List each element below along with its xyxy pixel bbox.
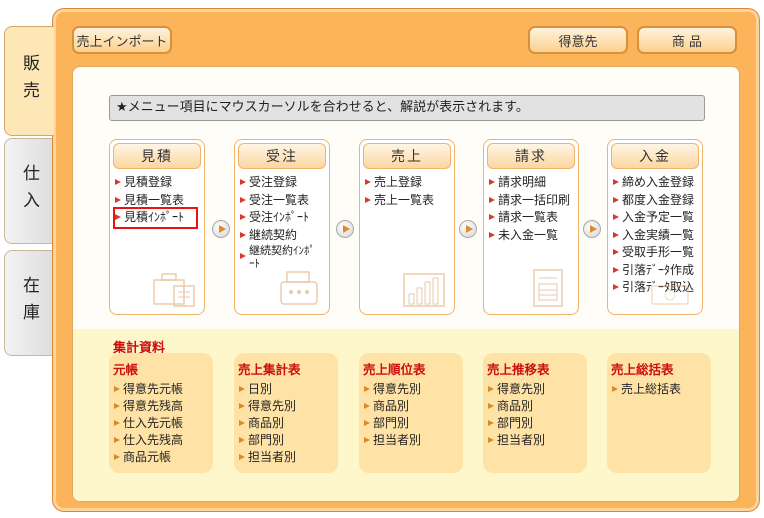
sales-import-button[interactable]: 売上インポート [72, 26, 172, 54]
sales-menu-window: 仕入 在庫 販売 売上インポート 得意先 商 品 ★メニュー項目にマウスカーソル… [0, 0, 764, 518]
side-tab-sales[interactable]: 販売 [4, 26, 54, 136]
module-title[interactable]: 売上 [363, 143, 451, 169]
menu-item[interactable]: 請求明細 [489, 174, 578, 192]
flow-arrow-icon [212, 220, 230, 238]
summary-item[interactable]: 得意先残高 [113, 398, 213, 415]
module-title[interactable]: 入金 [611, 143, 699, 169]
product-button[interactable]: 商 品 [637, 26, 737, 54]
module-billing: 請求 請求明細 請求一括印刷 請求一覧表 未入金一覧 [483, 139, 579, 315]
flow-arrow-icon [336, 220, 354, 238]
menu-item[interactable]: 請求一括印刷 [489, 192, 578, 210]
summary-item[interactable]: 部門別 [487, 415, 587, 432]
side-tab-inventory[interactable]: 在庫 [4, 250, 54, 356]
summary-item[interactable]: 商品別 [363, 398, 463, 415]
invoice-illustration-icon [533, 269, 563, 307]
menu-item[interactable]: 売上一覧表 [365, 192, 454, 210]
summary-menu: 日別 得意先別 商品別 部門別 担当者別 [238, 381, 338, 466]
module-menu: 売上登録 売上一覧表 [360, 169, 454, 209]
summary-item[interactable]: 仕入先残高 [113, 432, 213, 449]
summary-group-title[interactable]: 元帳 [113, 359, 213, 378]
summary-item[interactable]: 日別 [238, 381, 338, 398]
menu-item[interactable]: 見積一覧表 [115, 192, 204, 210]
summary-group-sales-overview: 売上総括表 売上総括表 [607, 353, 711, 473]
menu-item[interactable]: 締め入金登録 [613, 174, 702, 192]
summary-menu: 得意先元帳 得意先残高 仕入先元帳 仕入先残高 商品元帳 [113, 381, 213, 466]
summary-group-ledger: 元帳 得意先元帳 得意先残高 仕入先元帳 仕入先残高 商品元帳 [109, 353, 213, 473]
flow-arrow-icon [583, 220, 601, 238]
summary-group-sales-trend: 売上推移表 得意先別 商品別 部門別 担当者別 [483, 353, 587, 473]
menu-item[interactable]: 受注一覧表 [240, 192, 329, 210]
module-sales: 売上 売上登録 売上一覧表 [359, 139, 455, 315]
menu-item[interactable]: 継続契約 [240, 227, 329, 245]
button-label: 商 品 [671, 34, 703, 50]
module-menu: 受注登録 受注一覧表 受注ｲﾝﾎﾟｰﾄ 継続契約 継続契約ｲﾝﾎﾟｰﾄ [235, 169, 329, 270]
content-panel: ★メニュー項目にマウスカーソルを合わせると、解説が表示されます。 見積 見積登録… [72, 66, 740, 502]
menu-item[interactable]: 売上登録 [365, 174, 454, 192]
module-title[interactable]: 請求 [487, 143, 575, 169]
summary-menu: 得意先別 商品別 部門別 担当者別 [363, 381, 463, 449]
summary-item[interactable]: 売上総括表 [611, 381, 711, 398]
summary-item[interactable]: 得意先別 [238, 398, 338, 415]
menu-item[interactable]: 受注ｲﾝﾎﾟｰﾄ [240, 209, 329, 227]
module-title[interactable]: 見積 [113, 143, 201, 169]
summary-group-sales-total: 売上集計表 日別 得意先別 商品別 部門別 担当者別 [234, 353, 338, 473]
summary-item[interactable]: 商品元帳 [113, 449, 213, 466]
module-menu: 見積登録 見積一覧表 見積ｲﾝﾎﾟｰﾄ [110, 169, 204, 229]
coins-illustration-icon [651, 285, 689, 305]
summary-group-title[interactable]: 売上順位表 [363, 359, 463, 378]
summary-group-title[interactable]: 売上総括表 [611, 359, 711, 378]
summary-group-sales-ranking: 売上順位表 得意先別 商品別 部門別 担当者別 [359, 353, 463, 473]
bar-chart-illustration-icon [403, 273, 445, 307]
summary-menu: 売上総括表 [611, 381, 711, 398]
side-tab-label: 在庫 [19, 276, 39, 330]
summary-item[interactable]: 部門別 [238, 432, 338, 449]
button-label: 得意先 [558, 34, 598, 50]
summary-item[interactable]: 担当者別 [487, 432, 587, 449]
summary-item[interactable]: 仕入先元帳 [113, 415, 213, 432]
documents-illustration-icon [153, 273, 195, 307]
menu-item[interactable]: 継続契約ｲﾝﾎﾟｰﾄ [240, 244, 320, 270]
side-tab-label: 仕入 [19, 164, 39, 218]
module-title[interactable]: 受注 [238, 143, 326, 169]
flow-arrow-icon [459, 220, 477, 238]
menu-item[interactable]: 未入金一覧 [489, 227, 578, 245]
menu-item[interactable]: 入金予定一覧 [613, 209, 702, 227]
customer-button[interactable]: 得意先 [528, 26, 628, 54]
menu-item[interactable]: 請求一覧表 [489, 209, 578, 227]
module-menu: 請求明細 請求一括印刷 請求一覧表 未入金一覧 [484, 169, 578, 244]
button-label: 売上インポート [76, 34, 168, 50]
menu-item[interactable]: 受注登録 [240, 174, 329, 192]
side-tab-label: 販売 [19, 54, 39, 108]
summary-item[interactable]: 部門別 [363, 415, 463, 432]
summary-group-title[interactable]: 売上集計表 [238, 359, 338, 378]
hint-bar: ★メニュー項目にマウスカーソルを合わせると、解説が表示されます。 [109, 95, 705, 121]
summary-item[interactable]: 担当者別 [363, 432, 463, 449]
summary-group-title[interactable]: 売上推移表 [487, 359, 587, 378]
menu-item[interactable]: 見積登録 [115, 174, 204, 192]
summary-item[interactable]: 商品別 [487, 398, 587, 415]
menu-item[interactable]: 入金実績一覧 [613, 227, 702, 245]
summary-item[interactable]: 得意先別 [487, 381, 587, 398]
module-estimate: 見積 見積登録 見積一覧表 見積ｲﾝﾎﾟｰﾄ [109, 139, 205, 315]
menu-item[interactable]: 都度入金登録 [613, 192, 702, 210]
side-tab-purchase[interactable]: 仕入 [4, 138, 54, 244]
summary-item[interactable]: 得意先元帳 [113, 381, 213, 398]
summary-item[interactable]: 商品別 [238, 415, 338, 432]
fax-illustration-icon [280, 271, 318, 305]
summary-item[interactable]: 担当者別 [238, 449, 338, 466]
summary-menu: 得意先別 商品別 部門別 担当者別 [487, 381, 587, 449]
summary-item[interactable]: 得意先別 [363, 381, 463, 398]
module-payment: 入金 締め入金登録 都度入金登録 入金予定一覧 入金実績一覧 受取手形一覧 引落… [607, 139, 703, 315]
menu-item-selected[interactable]: 見積ｲﾝﾎﾟｰﾄ [113, 207, 198, 229]
menu-item[interactable]: 受取手形一覧 [613, 244, 702, 262]
module-order: 受注 受注登録 受注一覧表 受注ｲﾝﾎﾟｰﾄ 継続契約 継続契約ｲﾝﾎﾟｰﾄ [234, 139, 330, 315]
